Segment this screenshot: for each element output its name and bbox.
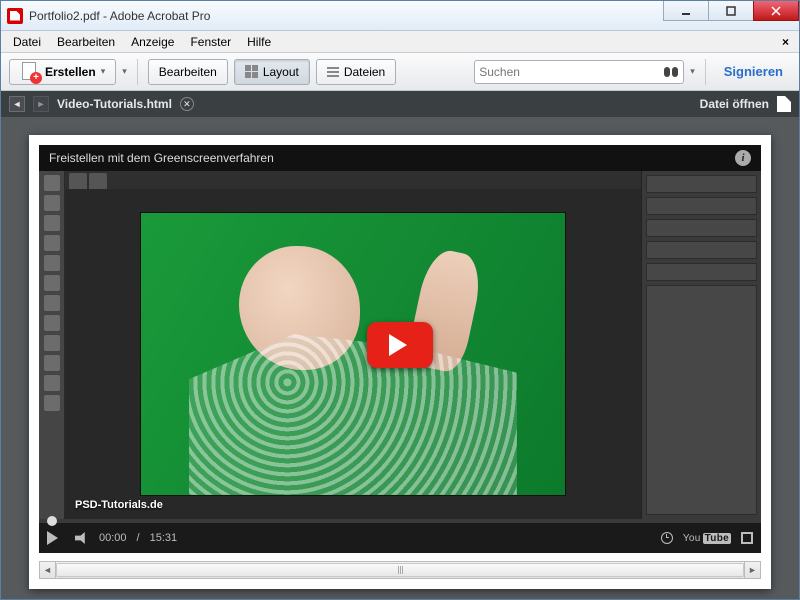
photoshop-toolbar — [39, 171, 65, 519]
horizontal-scrollbar[interactable]: ◄ ► — [39, 561, 761, 579]
volume-icon[interactable] — [75, 532, 89, 544]
fullscreen-icon[interactable] — [741, 532, 753, 544]
menu-bar: Datei Bearbeiten Anzeige Fenster Hilfe × — [1, 31, 799, 53]
greenscreen-photo — [140, 212, 566, 496]
nav-back-button[interactable]: ◄ — [9, 96, 25, 112]
photoshop-main: PSD-Tutorials.de — [65, 171, 641, 519]
menu-anzeige[interactable]: Anzeige — [123, 33, 182, 51]
menu-bearbeiten[interactable]: Bearbeiten — [49, 33, 123, 51]
youtube-logo[interactable]: YouTube — [683, 533, 731, 544]
menu-hilfe[interactable]: Hilfe — [239, 33, 279, 51]
watch-later-icon[interactable] — [661, 532, 673, 544]
erstellen-label: Erstellen — [45, 65, 96, 79]
signieren-button[interactable]: Signieren — [716, 64, 791, 79]
document-stage: Freistellen mit dem Greenscreenverfahren… — [1, 117, 799, 599]
bearbeiten-button[interactable]: Bearbeiten — [148, 59, 228, 85]
search-options-chevron-icon[interactable]: ▾ — [690, 66, 695, 77]
window-title: Portfolio2.pdf - Adobe Acrobat Pro — [29, 9, 664, 23]
youtube-play-button[interactable] — [367, 322, 433, 368]
photoshop-canvas: PSD-Tutorials.de — [65, 189, 641, 519]
toolbar: + Erstellen ▾ ▾ Bearbeiten Layout Dateie… — [1, 53, 799, 91]
video-titlebar: Freistellen mit dem Greenscreenverfahren… — [39, 145, 761, 171]
video-title: Freistellen mit dem Greenscreenverfahren — [49, 151, 274, 165]
overflow-chevron-icon[interactable]: ▾ — [122, 66, 127, 77]
menu-fenster[interactable]: Fenster — [182, 33, 239, 51]
video-controls: 00:00 / 15:31 YouTube — [39, 523, 761, 553]
application-window: Portfolio2.pdf - Adobe Acrobat Pro Datei… — [0, 0, 800, 600]
open-file-button[interactable]: Datei öffnen — [700, 97, 769, 111]
time-separator: / — [137, 532, 140, 544]
binoculars-icon[interactable] — [663, 65, 679, 79]
search-box[interactable] — [474, 60, 684, 84]
document-tabstrip: ◄ ► Video-Tutorials.html ✕ Datei öffnen — [1, 91, 799, 117]
layout-label: Layout — [263, 65, 299, 79]
files-list-icon — [327, 67, 339, 77]
photoshop-doc-tabs — [65, 171, 641, 189]
separator — [705, 59, 706, 85]
video-player: Freistellen mit dem Greenscreenverfahren… — [39, 145, 761, 553]
play-icon[interactable] — [47, 531, 65, 545]
document-page: Freistellen mit dem Greenscreenverfahren… — [29, 135, 771, 589]
separator — [137, 59, 138, 85]
menu-datei[interactable]: Datei — [5, 33, 49, 51]
video-watermark: PSD-Tutorials.de — [75, 499, 163, 511]
create-document-icon: + — [20, 62, 40, 82]
chevron-down-icon: ▾ — [101, 66, 106, 77]
search-input[interactable] — [479, 65, 663, 79]
video-progress-bar[interactable] — [39, 519, 761, 523]
time-current: 00:00 — [99, 532, 127, 544]
close-button[interactable] — [753, 1, 799, 21]
photoshop-panels — [641, 171, 761, 519]
nav-forward-button[interactable]: ► — [33, 96, 49, 112]
maximize-button[interactable] — [708, 1, 754, 21]
scroll-thumb[interactable] — [56, 563, 744, 577]
video-info-icon[interactable]: i — [735, 150, 751, 166]
minimize-button[interactable] — [663, 1, 709, 21]
document-filename: Video-Tutorials.html — [57, 97, 172, 111]
bearbeiten-label: Bearbeiten — [159, 65, 217, 79]
layout-grid-icon — [245, 65, 258, 78]
scroll-track[interactable] — [56, 562, 744, 578]
window-controls — [664, 1, 799, 21]
open-file-icon[interactable] — [777, 96, 791, 112]
scroll-right-button[interactable]: ► — [744, 562, 760, 578]
menubar-close-icon[interactable]: × — [776, 35, 795, 49]
scroll-left-button[interactable]: ◄ — [40, 562, 56, 578]
tab-close-button[interactable]: ✕ — [180, 97, 194, 111]
dateien-button[interactable]: Dateien — [316, 59, 396, 85]
titlebar: Portfolio2.pdf - Adobe Acrobat Pro — [1, 1, 799, 31]
video-canvas[interactable]: PSD-Tutorials.de — [39, 171, 761, 519]
layout-button[interactable]: Layout — [234, 59, 310, 85]
erstellen-button[interactable]: + Erstellen ▾ — [9, 59, 116, 85]
time-total: 15:31 — [150, 532, 178, 544]
dateien-label: Dateien — [344, 65, 385, 79]
progress-thumb[interactable] — [47, 516, 57, 526]
acrobat-icon — [7, 8, 23, 24]
